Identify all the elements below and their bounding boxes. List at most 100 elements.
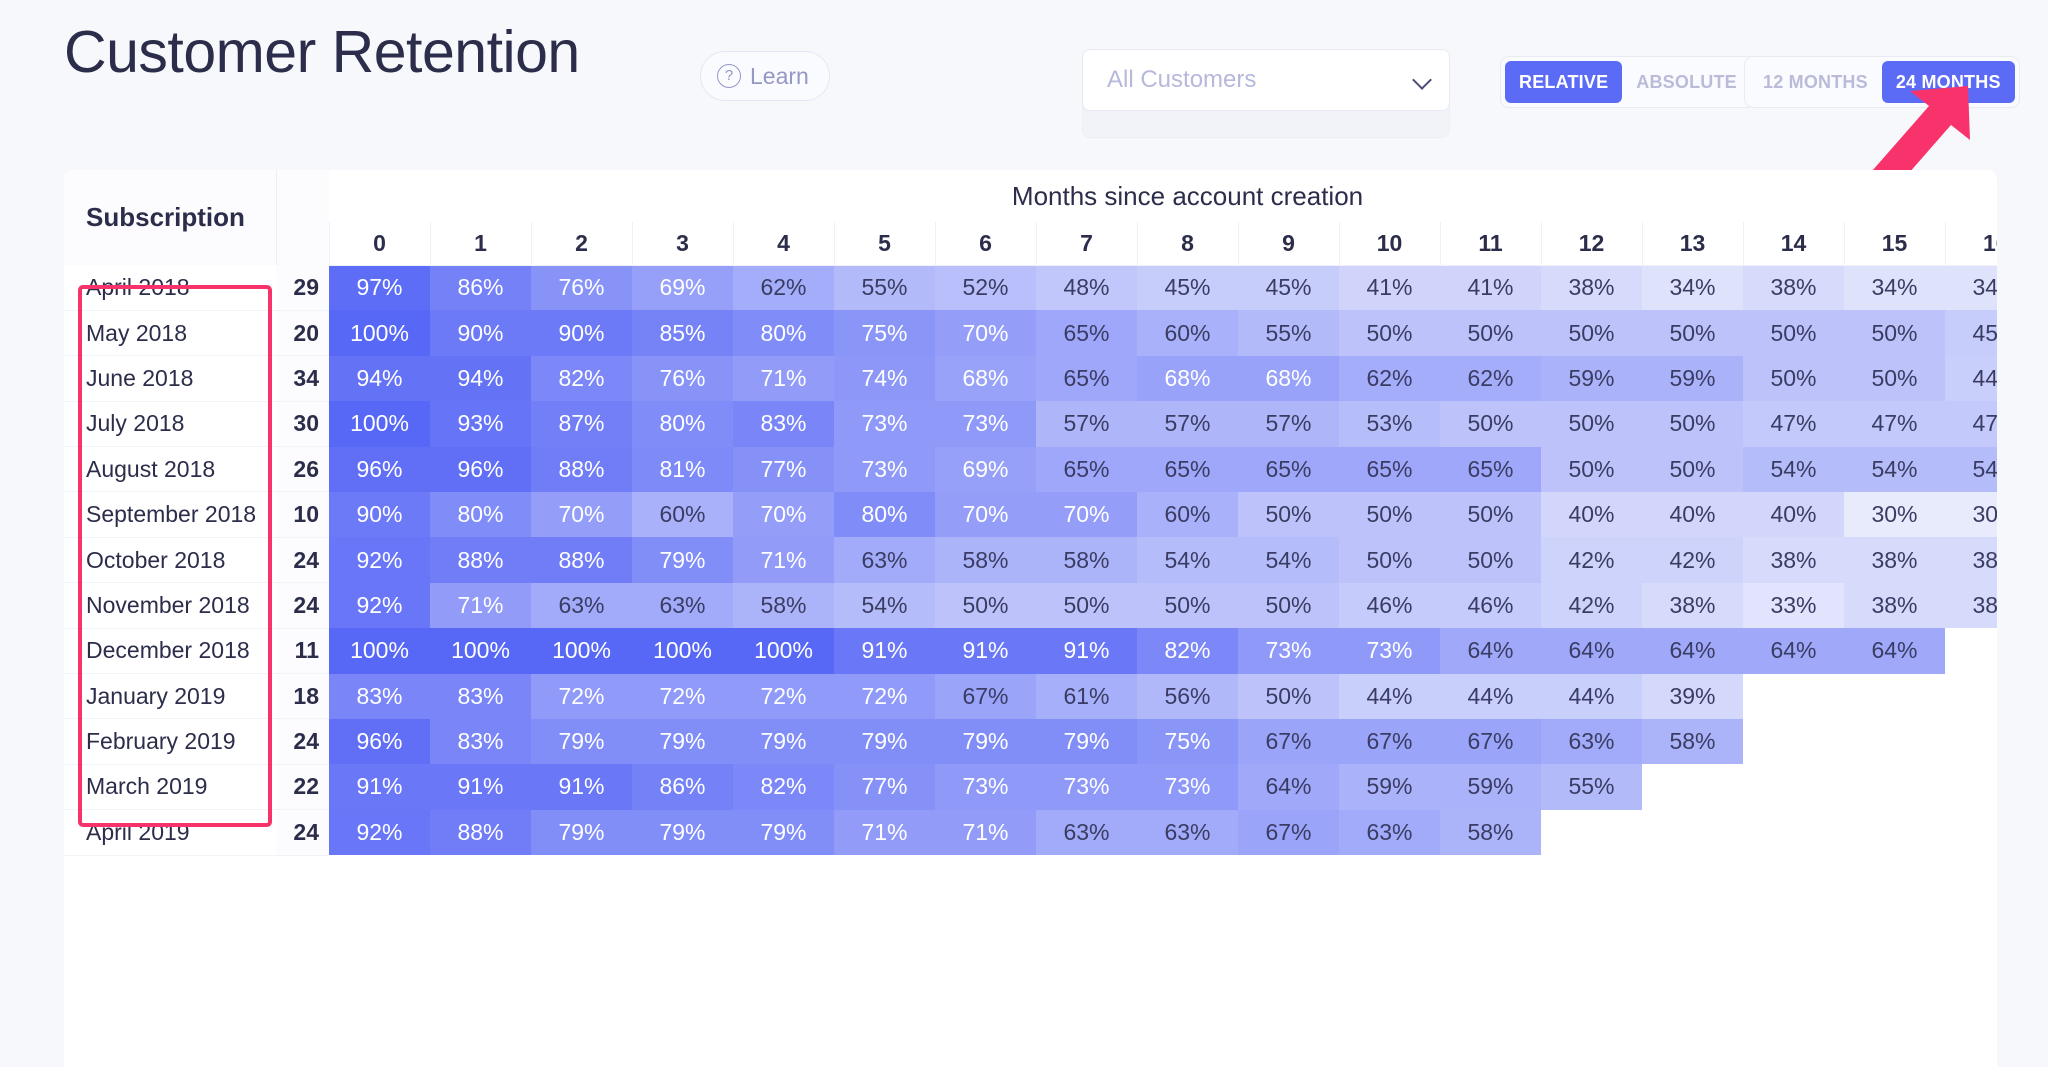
retention-cell[interactable]: 63% — [1137, 809, 1238, 856]
retention-cell[interactable]: 90% — [329, 491, 430, 538]
retention-cell[interactable]: 50% — [935, 582, 1036, 629]
retention-cell[interactable]: 92% — [329, 809, 430, 856]
retention-cell[interactable]: 63% — [1339, 809, 1440, 856]
retention-cell[interactable]: 77% — [733, 446, 834, 492]
retention-cell[interactable]: 63% — [632, 582, 733, 629]
retention-cell[interactable]: 59% — [1440, 764, 1541, 810]
retention-cell[interactable]: 75% — [1137, 718, 1238, 765]
retention-cell[interactable]: 50% — [1137, 582, 1238, 629]
retention-cell[interactable]: 79% — [632, 537, 733, 583]
retention-cell[interactable]: 64% — [1440, 628, 1541, 674]
retention-cell[interactable]: 46% — [1339, 582, 1440, 629]
retention-cell[interactable]: 92% — [329, 537, 430, 583]
retention-cell[interactable]: 93% — [430, 401, 531, 447]
retention-cell[interactable]: 83% — [430, 718, 531, 765]
retention-cell[interactable]: 40% — [1541, 491, 1642, 538]
retention-cell[interactable]: 30% — [1844, 491, 1945, 538]
retention-cell[interactable]: 91% — [834, 628, 935, 674]
retention-cell[interactable]: 50% — [1339, 537, 1440, 583]
retention-cell[interactable]: 79% — [834, 718, 935, 765]
retention-cell[interactable]: 79% — [733, 809, 834, 856]
retention-cell[interactable]: 54% — [1844, 446, 1945, 492]
retention-cell[interactable]: 82% — [1137, 628, 1238, 674]
retention-cell[interactable]: 100% — [329, 310, 430, 356]
retention-cell[interactable]: 59% — [1339, 764, 1440, 810]
retention-cell[interactable]: 63% — [1036, 809, 1137, 856]
retention-cell[interactable]: 58% — [935, 537, 1036, 583]
retention-cell[interactable]: 67% — [1238, 809, 1339, 856]
retention-cell[interactable]: 67% — [935, 673, 1036, 719]
retention-cell[interactable]: 55% — [1541, 764, 1642, 810]
retention-cell[interactable]: 70% — [733, 491, 834, 538]
retention-cell[interactable]: 67% — [1339, 718, 1440, 765]
retention-cell[interactable]: 64% — [1642, 628, 1743, 674]
retention-cell[interactable]: 100% — [329, 628, 430, 674]
retention-cell[interactable]: 63% — [531, 582, 632, 629]
customer-filter-dropdown[interactable]: All Customers — [1082, 49, 1450, 111]
retention-cell[interactable]: 96% — [430, 446, 531, 492]
retention-cell[interactable]: 79% — [733, 718, 834, 765]
retention-cell[interactable]: 62% — [1440, 355, 1541, 402]
retention-cell[interactable]: 57% — [1238, 401, 1339, 447]
retention-cell[interactable]: 40% — [1642, 491, 1743, 538]
retention-cell[interactable]: 41% — [1440, 265, 1541, 311]
retention-cell[interactable]: 91% — [430, 764, 531, 810]
retention-cell[interactable]: 45% — [1945, 310, 1997, 356]
retention-cell[interactable]: 58% — [1036, 537, 1137, 583]
retention-cell[interactable]: 100% — [733, 628, 834, 674]
retention-cell[interactable]: 82% — [733, 764, 834, 810]
retention-cell[interactable]: 88% — [430, 809, 531, 856]
retention-cell[interactable]: 50% — [1743, 310, 1844, 356]
retention-cell[interactable]: 58% — [733, 582, 834, 629]
retention-cell[interactable]: 60% — [1137, 491, 1238, 538]
retention-cell[interactable]: 63% — [834, 537, 935, 583]
retention-cell[interactable]: 64% — [1743, 628, 1844, 674]
retention-cell[interactable]: 100% — [329, 401, 430, 447]
retention-cell[interactable]: 55% — [1238, 310, 1339, 356]
retention-cell[interactable]: 54% — [1238, 537, 1339, 583]
retention-cell[interactable]: 69% — [632, 265, 733, 311]
retention-cell[interactable]: 86% — [430, 265, 531, 311]
retention-cell[interactable]: 50% — [1642, 446, 1743, 492]
retention-cell[interactable]: 87% — [531, 401, 632, 447]
retention-cell[interactable]: 65% — [1036, 310, 1137, 356]
retention-cell[interactable]: 91% — [935, 628, 1036, 674]
retention-cell[interactable]: 70% — [1036, 491, 1137, 538]
retention-cell[interactable]: 50% — [1541, 401, 1642, 447]
retention-cell[interactable]: 79% — [632, 718, 733, 765]
retention-cell[interactable]: 30% — [1945, 491, 1997, 538]
retention-cell[interactable]: 34% — [1844, 265, 1945, 311]
retention-cell[interactable]: 68% — [1238, 355, 1339, 402]
retention-cell[interactable]: 71% — [733, 537, 834, 583]
retention-cell[interactable]: 42% — [1541, 537, 1642, 583]
retention-cell[interactable]: 70% — [531, 491, 632, 538]
retention-cell[interactable]: 56% — [1137, 673, 1238, 719]
retention-cell[interactable]: 60% — [1137, 310, 1238, 356]
retention-cell[interactable]: 50% — [1339, 310, 1440, 356]
retention-cell[interactable]: 76% — [531, 265, 632, 311]
retention-cell[interactable]: 80% — [733, 310, 834, 356]
retention-cell[interactable]: 50% — [1642, 401, 1743, 447]
retention-cell[interactable]: 50% — [1238, 582, 1339, 629]
retention-cell[interactable]: 62% — [1339, 355, 1440, 402]
retention-cell[interactable]: 38% — [1945, 537, 1997, 583]
retention-cell[interactable]: 65% — [1339, 446, 1440, 492]
retention-cell[interactable]: 70% — [935, 491, 1036, 538]
retention-cell[interactable]: 52% — [935, 265, 1036, 311]
retention-cell[interactable]: 65% — [1036, 355, 1137, 402]
12-months-button[interactable]: 12 MONTHS — [1749, 61, 1882, 103]
retention-cell[interactable]: 50% — [1036, 582, 1137, 629]
retention-cell[interactable]: 38% — [1743, 537, 1844, 583]
retention-cell[interactable]: 77% — [834, 764, 935, 810]
retention-cell[interactable]: 38% — [1844, 582, 1945, 629]
retention-cell[interactable]: 76% — [632, 355, 733, 402]
retention-cell[interactable]: 73% — [935, 401, 1036, 447]
retention-cell[interactable]: 68% — [1137, 355, 1238, 402]
retention-cell[interactable]: 82% — [531, 355, 632, 402]
retention-cell[interactable]: 54% — [1945, 446, 1997, 492]
retention-cell[interactable]: 73% — [1238, 628, 1339, 674]
retention-cell[interactable]: 62% — [733, 265, 834, 311]
retention-cell[interactable]: 50% — [1642, 310, 1743, 356]
retention-cell[interactable]: 100% — [632, 628, 733, 674]
retention-cell[interactable]: 73% — [834, 446, 935, 492]
